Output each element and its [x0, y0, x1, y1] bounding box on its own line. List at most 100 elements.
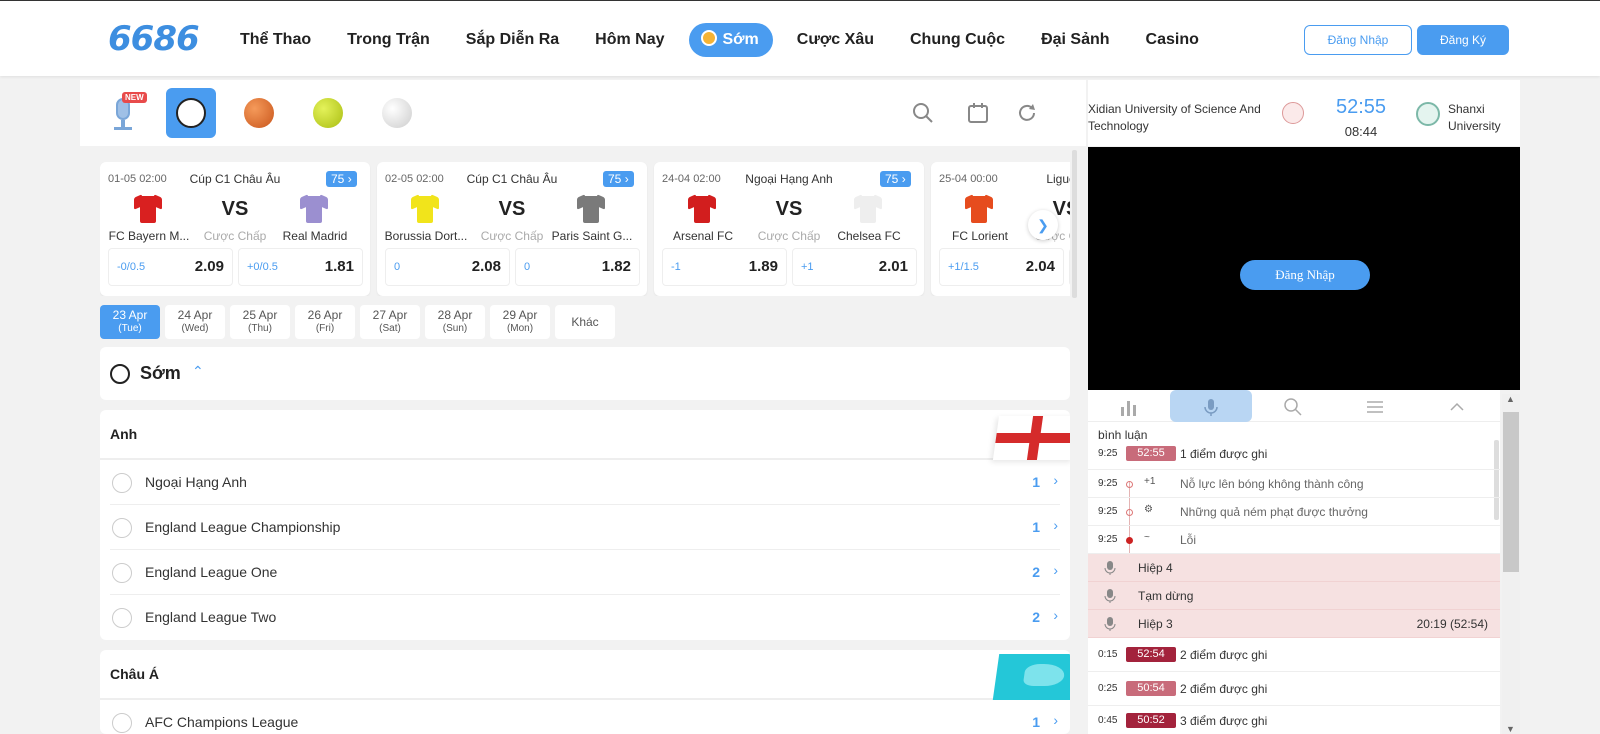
stats-icon[interactable]	[1088, 390, 1170, 422]
baseball-icon[interactable]	[372, 88, 422, 138]
date-tab[interactable]: 27 Apr (Sat)	[360, 305, 420, 339]
collapse-icon[interactable]: ⌃	[192, 363, 204, 380]
analysis-icon[interactable]	[1252, 390, 1334, 422]
nav-item-6[interactable]: Chung Cuộc	[898, 23, 1017, 57]
match-date: 24-04 02:00	[662, 173, 721, 185]
match-card[interactable]: 02-05 02:00 Cúp C1 Châu Âu 75 › VS Borussia …	[377, 162, 647, 296]
period-text: Hiệp 3	[1138, 617, 1173, 631]
nav-item-0[interactable]: Thể Thao	[228, 23, 323, 57]
odds-button[interactable]: 0 2.08	[385, 248, 510, 286]
calendar-icon[interactable]	[967, 102, 989, 124]
score-badge: 50:52	[1126, 713, 1176, 728]
odds-button[interactable]: 0 1.82	[515, 248, 640, 286]
nav-item-7[interactable]: Đại Sảnh	[1029, 23, 1121, 57]
league-row[interactable]: England League Two 2 ›	[110, 595, 1060, 640]
microphone-icon	[1104, 617, 1116, 634]
microphone-icon[interactable]	[1170, 390, 1252, 422]
event-text: 3 điểm được ghi	[1180, 714, 1268, 728]
handicap: +1/1.5	[948, 261, 979, 273]
league-row[interactable]: AFC Champions League 1 ›	[110, 700, 1060, 734]
select-radio[interactable]	[112, 518, 132, 538]
left-scrollbar[interactable]	[1072, 150, 1077, 298]
region-header[interactable]: Anh	[100, 410, 1070, 460]
list-icon[interactable]	[1334, 390, 1416, 422]
nav-item-2[interactable]: Sắp Diễn Ra	[454, 23, 571, 57]
feed-row: 9:25 +1 Nỗ lực lên bóng không thành công	[1088, 470, 1500, 498]
odds-button[interactable]: +1 2.01	[792, 248, 917, 286]
chevron-up-icon[interactable]	[1416, 390, 1498, 422]
search-icon[interactable]	[912, 102, 934, 124]
bet-type: Cược Chấp	[480, 229, 544, 243]
region-title: Châu Á	[110, 666, 159, 682]
live-score: 52:55	[1335, 96, 1387, 118]
live-video-player[interactable]: Đăng Nhập	[1088, 147, 1520, 390]
date-tab[interactable]: 26 Apr (Fri)	[295, 305, 355, 339]
date-weekday: (Fri)	[315, 323, 335, 334]
odds-button[interactable]: +1/1.5 2.04	[939, 248, 1064, 286]
live-commentary-microphone-icon[interactable]: NEW	[108, 90, 147, 136]
right-panel-scrollbar[interactable]: ▲ ▼	[1502, 394, 1520, 734]
date-tab[interactable]: 28 Apr (Sun)	[425, 305, 485, 339]
select-radio[interactable]	[112, 473, 132, 493]
feed-row: 9:25 52:55 1 điểm được ghi	[1088, 438, 1500, 470]
match-card[interactable]: 01-05 02:00 Cúp C1 Châu Âu 75 › VS FC Bayern…	[100, 162, 370, 296]
date-day: 25 Apr	[242, 308, 278, 322]
odds-button[interactable]: +0/0.5 1.81	[238, 248, 363, 286]
handicap: +1	[801, 261, 814, 273]
refresh-icon[interactable]	[1016, 102, 1038, 124]
region-header[interactable]: Châu Á	[100, 650, 1070, 700]
match-card[interactable]: 24-04 02:00 Ngoại Hạng Anh 75 › VS Arsenal F…	[654, 162, 924, 296]
odds-value: 1.82	[601, 258, 631, 275]
date-tab[interactable]: 23 Apr (Tue)	[100, 305, 160, 339]
soccer-ball-icon[interactable]	[166, 88, 216, 138]
markets-count-badge[interactable]: 75 ›	[880, 171, 911, 187]
markets-count-badge[interactable]: 75 ›	[326, 171, 357, 187]
video-login-button[interactable]: Đăng Nhập	[1240, 260, 1370, 290]
league-name: Cúp C1 Châu Âu	[466, 172, 558, 186]
site-logo[interactable]: 6686	[108, 19, 200, 59]
main-nav: Thể Thao Trong Trận Sắp Diễn Ra Hôm Nay Sớm C…	[228, 23, 1223, 57]
handicap: +0/0.5	[247, 261, 278, 273]
live-match-header: Xidian University of Science And Technol…	[1088, 80, 1520, 146]
nav-item-1[interactable]: Trong Trận	[335, 23, 442, 57]
nav-item-4[interactable]: Sớm	[688, 23, 773, 57]
soccer-ball-icon	[110, 364, 130, 384]
cards-next-button[interactable]: ❯	[1028, 210, 1058, 240]
home-team-name: FC Bayern M...	[108, 229, 190, 243]
select-radio[interactable]	[112, 608, 132, 628]
odds-button[interactable]: -0/0.5 2.09	[108, 248, 233, 286]
nav-item-5[interactable]: Cược Xâu	[785, 23, 886, 57]
markets-count-badge[interactable]: 75 ›	[603, 171, 634, 187]
odds-button[interactable]	[1069, 248, 1070, 286]
nav-item-label: Chung Cuộc	[909, 31, 1006, 48]
match-date: 25-04 00:00	[939, 173, 998, 185]
period-text: Hiệp 4	[1138, 561, 1173, 575]
date-tab[interactable]: 24 Apr (Wed)	[165, 305, 225, 339]
league-row[interactable]: England League One 2 ›	[110, 550, 1060, 595]
nav-item-3[interactable]: Hôm Nay	[583, 23, 676, 57]
bet-type: Cược Chấp	[203, 229, 267, 243]
timeline-dot	[1126, 537, 1133, 544]
odds-value: 1.89	[748, 258, 778, 275]
home-team-name: Xidian University of Science And Technol…	[1088, 102, 1261, 133]
nav-item-label: Thể Thao	[240, 31, 312, 48]
date-tab[interactable]: 29 Apr (Mon)	[490, 305, 550, 339]
chevron-right-icon: ›	[898, 172, 906, 186]
date-weekday: (Thu)	[248, 323, 272, 334]
tennis-ball-icon[interactable]	[303, 88, 353, 138]
feed-row: 0:25 50:54 2 điểm được ghi	[1088, 672, 1500, 706]
select-radio[interactable]	[112, 563, 132, 583]
date-day: 26 Apr	[307, 308, 343, 322]
register-button[interactable]: Đăng Ký	[1417, 25, 1509, 55]
league-row[interactable]: England League Championship 1 ›	[110, 505, 1060, 550]
league-row[interactable]: Ngoại Hạng Anh 1 ›	[110, 460, 1060, 505]
login-button[interactable]: Đăng Nhập	[1304, 25, 1412, 55]
date-tab-other[interactable]: Khác	[555, 305, 615, 339]
basketball-icon[interactable]	[234, 88, 284, 138]
match-count: 2	[1032, 609, 1040, 625]
select-radio[interactable]	[112, 713, 132, 733]
event-time: 9:25	[1098, 448, 1118, 459]
odds-button[interactable]: -1 1.89	[662, 248, 787, 286]
nav-item-8[interactable]: Casino	[1134, 23, 1211, 57]
date-tab[interactable]: 25 Apr (Thu)	[230, 305, 290, 339]
